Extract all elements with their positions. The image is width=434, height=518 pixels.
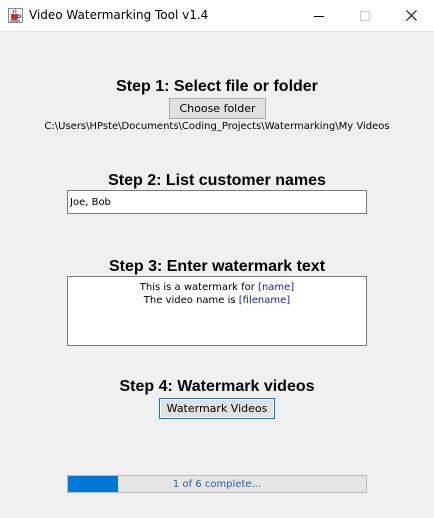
selected-path: C:\Users\HPste\Documents\Coding_Projects… <box>44 121 390 132</box>
maximize-button[interactable] <box>342 0 388 31</box>
maximize-icon <box>360 10 370 21</box>
close-button[interactable] <box>388 0 434 31</box>
progress-bar: 1 of 6 complete... <box>67 475 367 493</box>
minimize-button[interactable] <box>296 0 342 31</box>
step4-heading: Step 4: Watermark videos <box>119 378 315 395</box>
step1-heading: Step 1: Select file or folder <box>116 78 318 95</box>
customer-names-field[interactable] <box>67 190 367 214</box>
watermark-line-2-text: The video name is <box>143 295 239 306</box>
filename-token: [filename] <box>238 295 291 306</box>
watermark-text-area[interactable]: This is a watermark for [name] The video… <box>67 276 367 346</box>
customer-names-input[interactable] <box>68 191 366 213</box>
close-icon <box>405 10 417 21</box>
choose-folder-button[interactable]: Choose folder <box>169 98 266 119</box>
window-title: Video Watermarking Tool v1.4 <box>29 8 209 22</box>
title-bar: Video Watermarking Tool v1.4 <box>0 0 434 32</box>
name-token: [name] <box>258 282 295 293</box>
watermark-line-1: This is a watermark for [name] <box>68 281 366 294</box>
java-coffee-cup-icon <box>8 8 23 23</box>
watermark-line-2: The video name is [filename] <box>68 294 366 307</box>
minimize-icon <box>314 15 324 17</box>
progress-text: 1 of 6 complete... <box>172 478 262 490</box>
watermark-videos-button[interactable]: Watermark Videos <box>159 398 275 419</box>
step3-heading: Step 3: Enter watermark text <box>108 258 326 275</box>
step2-heading: Step 2: List customer names <box>108 172 326 189</box>
watermark-line-1-text: This is a watermark for <box>139 282 259 293</box>
